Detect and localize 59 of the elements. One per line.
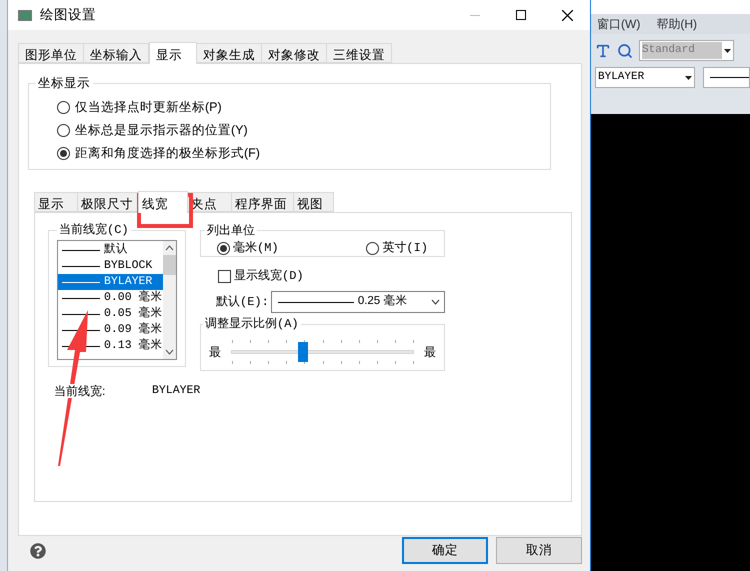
menu-item[interactable]: 窗口(W) xyxy=(597,15,640,33)
group-title: 列出单位 xyxy=(206,222,256,239)
window-title: 绘图设置 xyxy=(40,6,96,24)
group-title: 坐标显示 xyxy=(37,75,91,92)
radio-label: 毫米(M) xyxy=(233,240,279,257)
dialog-button[interactable]: 取消 xyxy=(496,537,582,564)
help-icon[interactable] xyxy=(30,542,46,558)
tab[interactable]: 线宽 xyxy=(138,191,188,213)
list-item[interactable]: BYBLOCK xyxy=(58,258,163,274)
tab[interactable]: 显示 xyxy=(149,42,197,64)
slider-max-label: 最 xyxy=(424,344,436,361)
tab[interactable]: 极限尺寸 xyxy=(78,192,138,212)
radio-label: 坐标总是显示指示器的位置(Y) xyxy=(75,122,248,140)
tab[interactable]: 图形单位 xyxy=(18,43,84,63)
app-icon xyxy=(18,10,32,20)
group-title: 当前线宽(C) xyxy=(58,222,130,239)
group-title: 调整显示比例(A) xyxy=(204,316,300,333)
radio-label: 英寸(I) xyxy=(382,240,428,257)
field-label: 默认(E): xyxy=(216,294,269,311)
slider-thumb[interactable] xyxy=(298,342,308,362)
list-item[interactable]: 默认 xyxy=(58,242,163,258)
text-icon[interactable] xyxy=(595,42,611,58)
tab[interactable]: 程序界面 xyxy=(232,192,294,212)
tab[interactable]: 显示 xyxy=(34,192,78,212)
list-item[interactable]: 0.05 毫米 xyxy=(58,306,163,322)
lineweight-dropdown[interactable]: 0.25 毫米 xyxy=(270,291,445,313)
dialog-button[interactable]: 确定 xyxy=(402,537,488,564)
tab[interactable]: 对象修改 xyxy=(262,43,327,63)
current-lineweight-label: 当前线宽: xyxy=(54,384,106,398)
radio-button[interactable] xyxy=(57,147,70,160)
caret-icon xyxy=(685,76,692,80)
scroll-thumb[interactable] xyxy=(162,255,176,275)
radio-label: 仅当选择点时更新坐标(P) xyxy=(75,99,222,116)
close-icon xyxy=(562,10,572,20)
checkbox[interactable] xyxy=(218,270,231,282)
tab[interactable]: 视图 xyxy=(294,192,334,212)
caret-icon xyxy=(724,48,731,52)
menu-item[interactable]: 帮助(H) xyxy=(656,15,697,33)
search-icon[interactable] xyxy=(617,42,633,58)
slider-min-label: 最 xyxy=(209,344,221,361)
radio-button[interactable] xyxy=(57,101,70,114)
scrollbar[interactable] xyxy=(162,241,176,359)
list-item[interactable]: BYLAYER xyxy=(58,274,163,290)
linetype-dropdown[interactable] xyxy=(703,67,750,88)
checkbox-label: 显示线宽(D) xyxy=(234,268,304,285)
chevron-up-icon xyxy=(165,245,174,251)
tab[interactable]: 三维设置 xyxy=(327,43,392,63)
layer-dropdown[interactable]: BYLAYER xyxy=(595,67,695,88)
highlight-frame xyxy=(137,193,193,228)
tab[interactable]: 坐标输入 xyxy=(84,43,149,63)
radio-label: 距离和角度选择的极坐标形式(F) xyxy=(75,145,260,162)
chevron-down-icon xyxy=(431,299,440,305)
radio-button[interactable] xyxy=(57,124,70,138)
radio-button[interactable] xyxy=(366,242,380,254)
list-item[interactable]: 0.00 毫米 xyxy=(58,290,163,306)
radio-button[interactable] xyxy=(217,242,230,254)
tab[interactable]: 对象生成 xyxy=(197,43,262,63)
chevron-down-icon xyxy=(165,349,174,355)
current-lineweight-value: BYLAYER xyxy=(152,383,200,400)
